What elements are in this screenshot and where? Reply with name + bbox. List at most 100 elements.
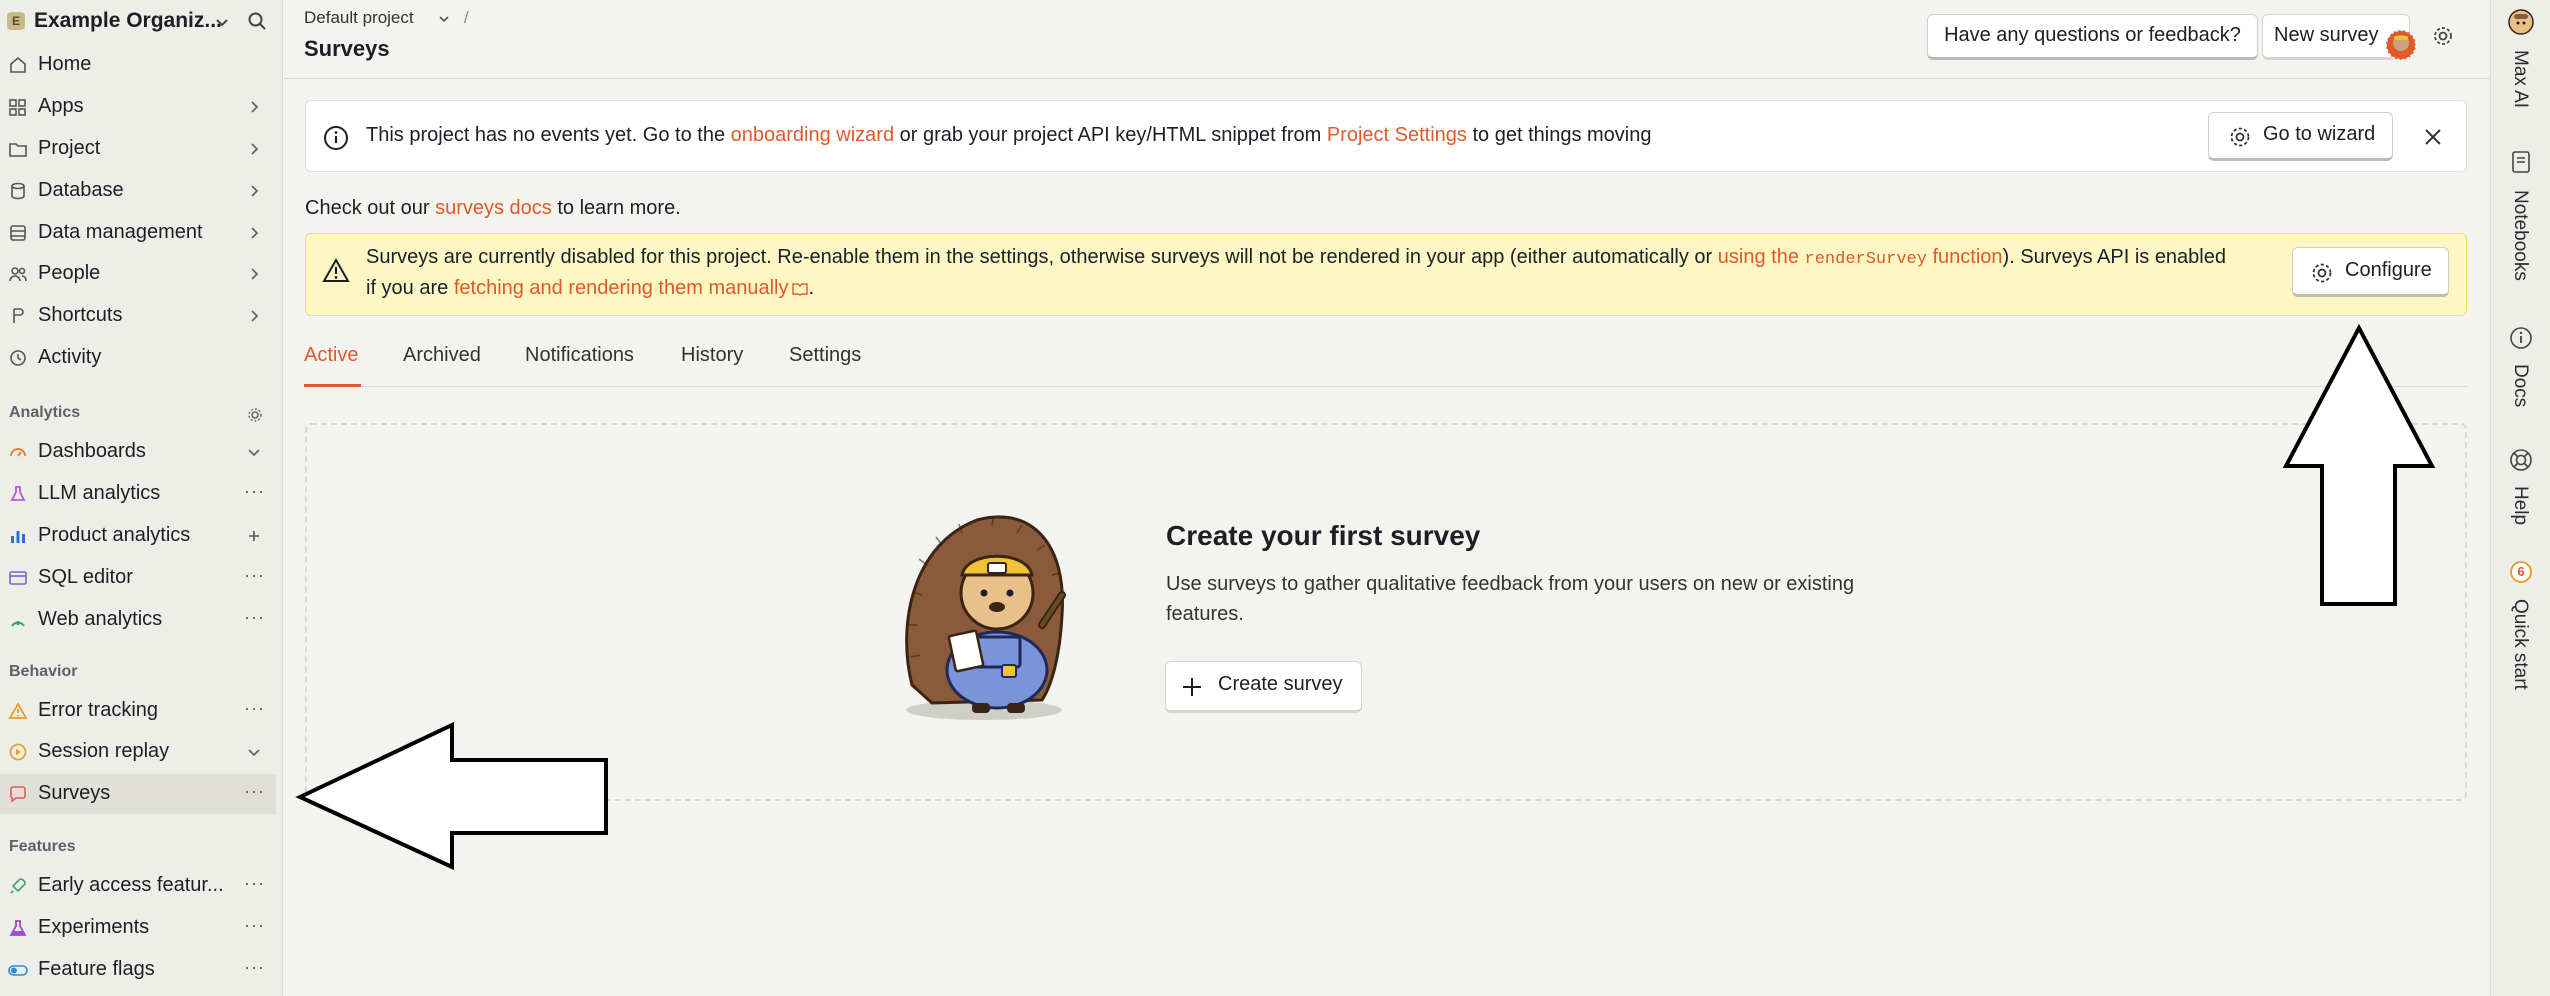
gear-icon: [2312, 263, 2332, 283]
warning-text-part: if you are: [366, 277, 454, 299]
sidebar-item-home[interactable]: Home: [0, 45, 276, 85]
surveys-docs-link[interactable]: surveys docs: [435, 197, 552, 219]
warning-icon: [322, 258, 350, 282]
sidebar-item-data-management[interactable]: Data management: [0, 213, 276, 253]
plus-icon[interactable]: [246, 528, 262, 544]
right-rail: Max AI Notebooks Docs Help 6 Quick start: [2490, 0, 2550, 996]
render-survey-link[interactable]: using the renderSurvey function: [1718, 246, 2003, 269]
empty-state-title: Create your first survey: [1166, 520, 1481, 551]
chevron-down-icon[interactable]: [437, 12, 451, 26]
tab-notifications[interactable]: Notifications: [525, 344, 634, 367]
gear-icon[interactable]: [2432, 25, 2454, 47]
gear-icon[interactable]: [247, 407, 263, 423]
sidebar-item-label: Home: [38, 53, 92, 75]
project-settings-link[interactable]: Project Settings: [1327, 124, 1467, 146]
sidebar-item-web-analytics[interactable]: Web analytics ···: [0, 600, 276, 640]
rail-item-label: Help: [2510, 486, 2531, 526]
sidebar-item-label: Project: [38, 137, 101, 159]
render-survey-link-text: function: [1926, 246, 2003, 268]
sidebar-item-sql-editor[interactable]: SQL editor ···: [0, 558, 276, 598]
go-to-wizard-button[interactable]: Go to wizard: [2208, 112, 2393, 161]
sidebar-item-dashboards[interactable]: Dashboards: [0, 432, 276, 472]
more-icon[interactable]: ···: [244, 782, 264, 802]
session-replay-icon: [9, 743, 27, 761]
surveys-disabled-warning: Surveys are currently disabled for this …: [305, 233, 2467, 316]
sidebar-item-label: LLM analytics: [38, 482, 161, 504]
tab-archived[interactable]: Archived: [403, 344, 481, 367]
up-arrow-annotation: [2282, 323, 2436, 606]
more-icon[interactable]: ···: [244, 699, 264, 719]
tab-active[interactable]: Active: [304, 344, 358, 367]
more-icon[interactable]: ···: [244, 958, 264, 978]
sidebar-item-feature-flags[interactable]: Feature flags ···: [0, 950, 276, 990]
tab-history[interactable]: History: [681, 344, 743, 367]
chevron-right-icon: [251, 143, 259, 155]
sidebar-item-label: Apps: [38, 95, 84, 117]
sidebar-item-experiments[interactable]: Experiments ···: [0, 908, 276, 948]
sidebar-item-label: Dashboards: [38, 440, 146, 462]
chevron-right-icon: [251, 185, 259, 197]
sidebar-item-activity[interactable]: Activity: [0, 338, 276, 378]
info-icon: [2510, 327, 2532, 349]
home-icon: [10, 56, 26, 73]
more-icon[interactable]: ···: [244, 566, 264, 586]
sidebar-item-shortcuts[interactable]: Shortcuts: [0, 296, 276, 336]
fetching-manually-link[interactable]: fetching and rendering them manually: [454, 277, 809, 299]
tab-settings[interactable]: Settings: [789, 344, 861, 367]
sidebar-item-label: Surveys: [38, 782, 111, 804]
chevron-right-icon: [251, 268, 259, 280]
configure-label: Configure: [2345, 259, 2432, 281]
sidebar-item-people[interactable]: People: [0, 254, 276, 294]
sidebar-item-database[interactable]: Database: [0, 171, 276, 211]
sidebar-item-label: Database: [38, 179, 124, 201]
feedback-button[interactable]: Have any questions or feedback?: [1927, 14, 2258, 60]
rail-item-label: Docs: [2510, 364, 2531, 408]
configure-button[interactable]: Configure: [2292, 247, 2449, 297]
more-icon[interactable]: ···: [244, 482, 264, 502]
warning-line-2: if you are fetching and rendering them m…: [366, 277, 814, 300]
product-analytics-icon: [11, 531, 25, 543]
more-icon[interactable]: ···: [244, 874, 264, 894]
go-to-wizard-label: Go to wizard: [2263, 123, 2376, 145]
error-tracking-icon: [8, 702, 28, 719]
sidebar-item-surveys[interactable]: Surveys ···: [0, 774, 276, 814]
more-icon[interactable]: ···: [244, 916, 264, 936]
warning-text-part: ). Surveys API is enabled: [2002, 246, 2226, 268]
header-divider: [284, 78, 2490, 79]
create-survey-button[interactable]: Create survey: [1165, 661, 1362, 713]
search-icon[interactable]: [247, 11, 267, 31]
sidebar-item-apps[interactable]: Apps: [0, 87, 276, 127]
chevron-down-icon: [248, 749, 260, 757]
sidebar-item-label: Early access featur...: [38, 874, 224, 896]
apps-icon: [9, 99, 26, 116]
chevron-right-icon: [251, 227, 259, 239]
sidebar-item-session-replay[interactable]: Session replay: [0, 732, 276, 772]
hedgehog-avatar-icon[interactable]: [2508, 9, 2534, 35]
breadcrumb: Default project /: [304, 8, 469, 28]
sidebar-item-early-access[interactable]: Early access featur... ···: [0, 866, 276, 906]
dashboards-icon: [10, 448, 26, 457]
chevron-right-icon: [251, 310, 259, 322]
org-switcher[interactable]: E Example Organiz...: [0, 0, 283, 42]
no-events-banner: This project has no events yet. Go to th…: [305, 100, 2467, 172]
tabs-divider: [304, 386, 2468, 387]
sidebar-item-label: Session replay: [38, 740, 170, 762]
breadcrumb-project[interactable]: Default project: [304, 8, 414, 27]
docs-line-text: to learn more.: [551, 197, 681, 219]
warning-text-part: .: [808, 277, 815, 299]
sidebar-item-product-analytics[interactable]: Product analytics: [0, 516, 276, 556]
sidebar-item-label: Product analytics: [38, 524, 191, 546]
more-icon[interactable]: ···: [244, 608, 264, 628]
book-icon: [792, 283, 809, 296]
sidebar-item-project[interactable]: Project: [0, 129, 276, 169]
gear-icon: [2230, 127, 2250, 147]
sidebar-item-label: Experiments: [38, 916, 150, 938]
breadcrumb-separator: /: [463, 8, 469, 27]
folder-icon: [9, 143, 27, 157]
database-icon: [11, 182, 25, 200]
sidebar-item-error-tracking[interactable]: Error tracking ···: [0, 691, 276, 731]
sidebar-item-llm-analytics[interactable]: LLM analytics ···: [0, 474, 276, 514]
close-icon[interactable]: [2422, 126, 2444, 148]
onboarding-wizard-link[interactable]: onboarding wizard: [731, 124, 894, 146]
info-icon: [324, 126, 348, 150]
